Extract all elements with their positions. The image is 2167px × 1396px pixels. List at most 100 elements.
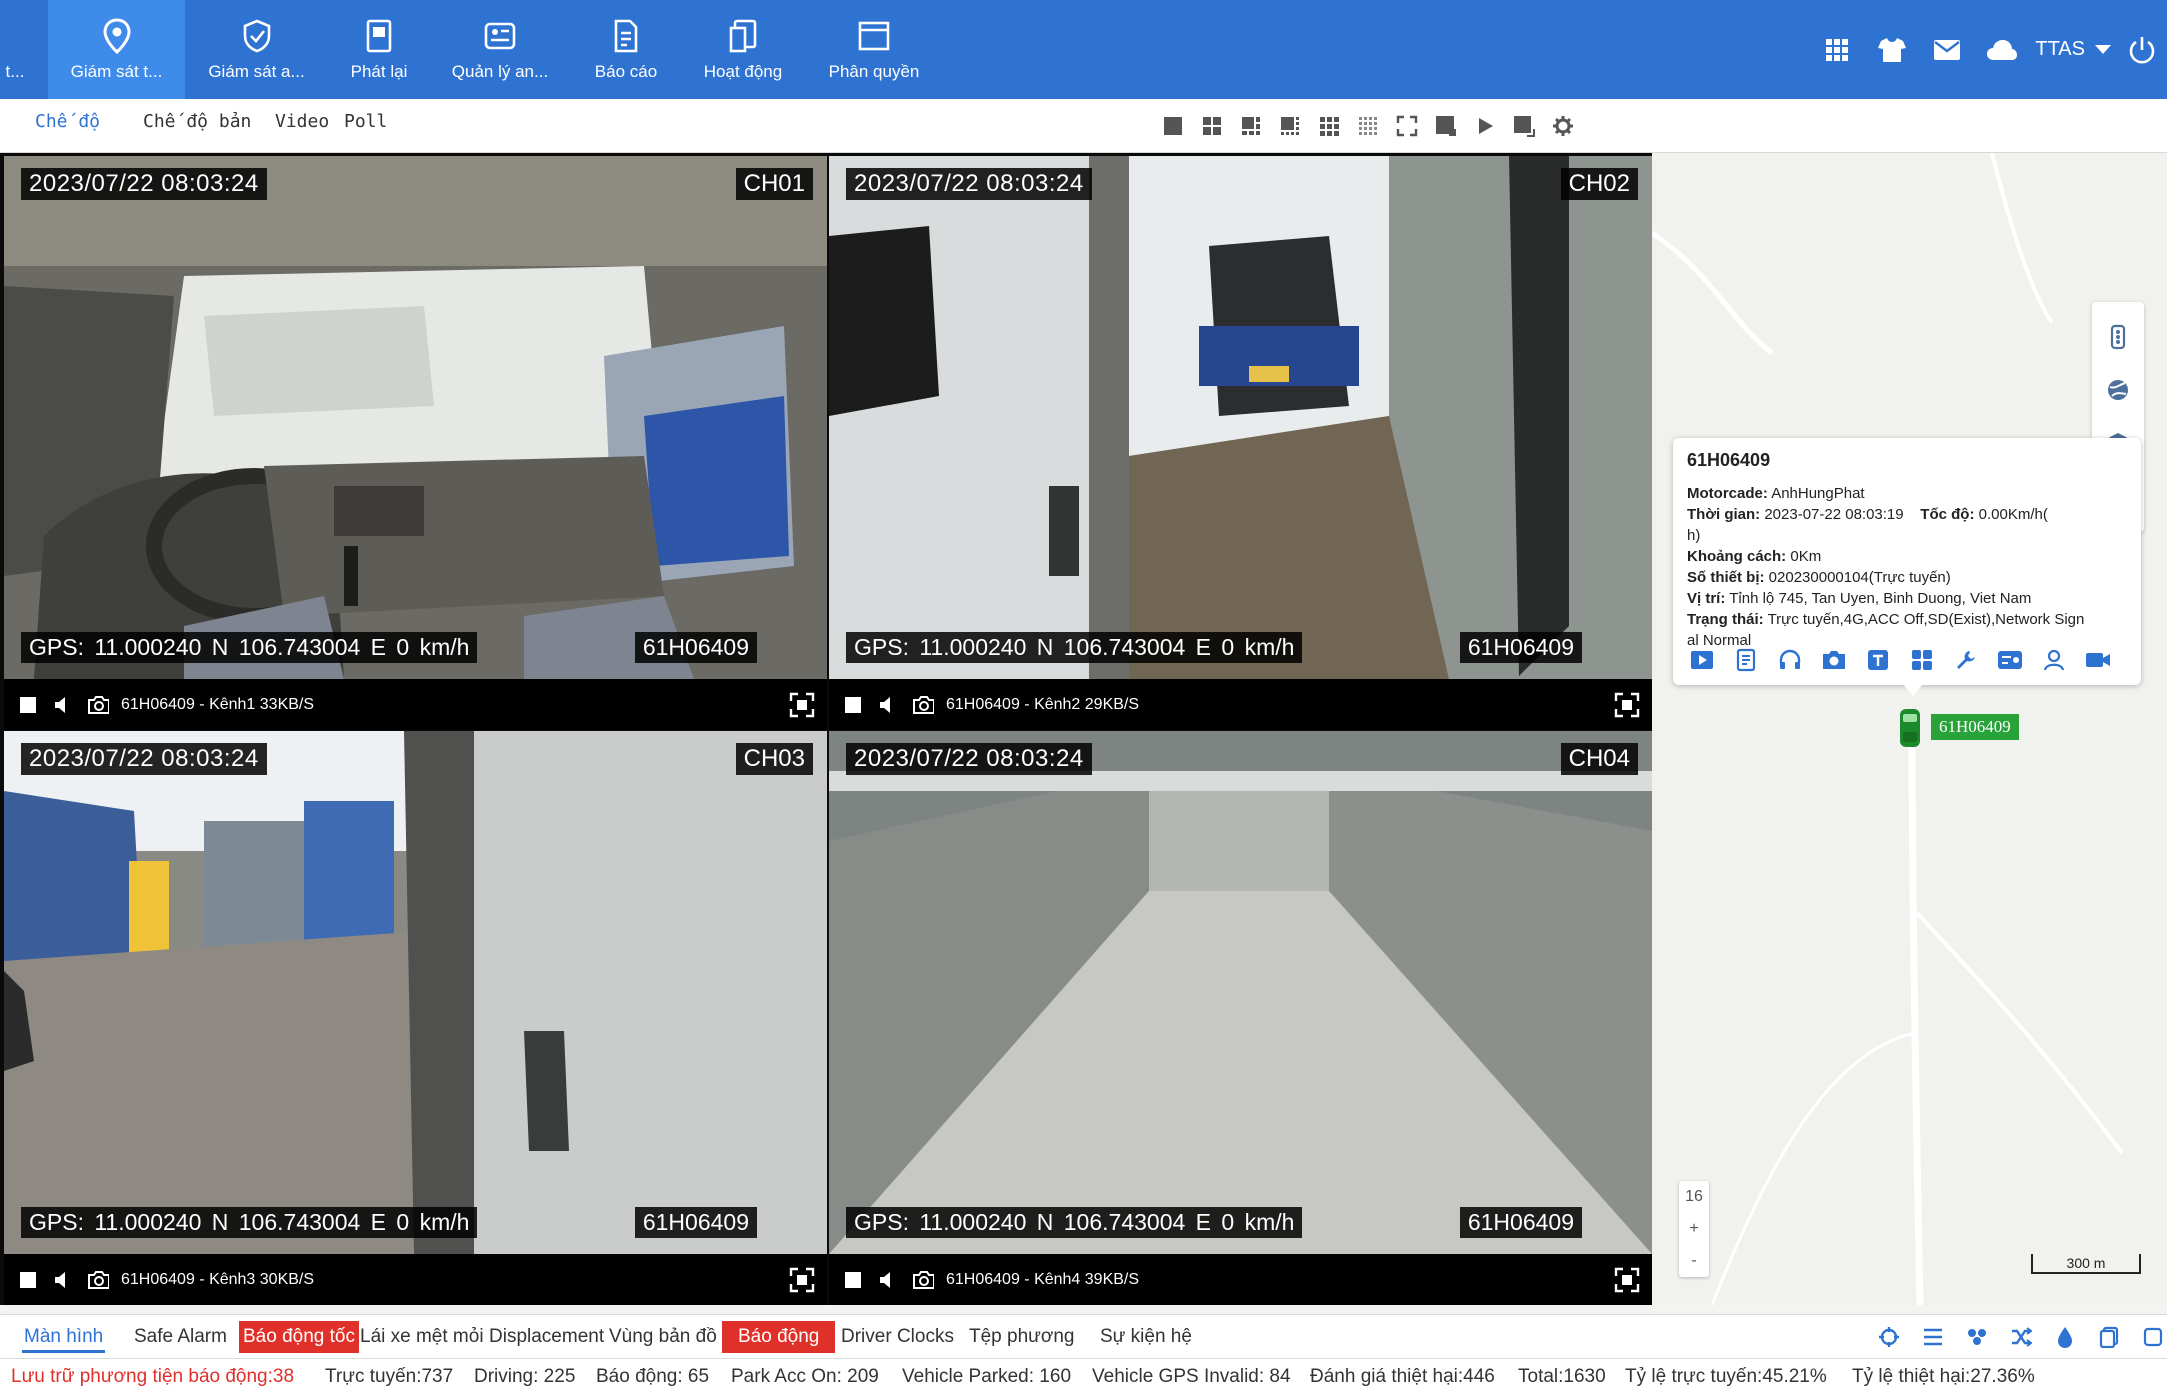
nav-item-label: Hoạt động <box>703 62 783 81</box>
layout-1-icon[interactable] <box>1160 113 1186 139</box>
nav-item-label: t... <box>5 62 25 81</box>
tab-speed-alarm[interactable]: Báo động tốc <box>239 1321 359 1353</box>
select-checkbox[interactable] <box>842 1269 864 1291</box>
nav-item-playback[interactable]: Phát lại <box>330 0 428 99</box>
video-cell-ch04[interactable]: 2023/07/22 08:03:24 CH04 GPS: 11.000240 … <box>829 731 1652 1305</box>
layout-9-icon[interactable] <box>1316 113 1342 139</box>
video-cell-ch02[interactable]: 2023/07/22 08:03:24 CH02 GPS: 11.000240 … <box>829 156 1652 730</box>
tab-driver-clocks[interactable]: Driver Clocks <box>839 1321 956 1353</box>
mode-tab-map[interactable]: Chế độ bản <box>143 111 251 132</box>
camera-snapshot-icon[interactable] <box>87 694 109 716</box>
popup-device-row: Số thiết bị: 020230000104(Trực tuyến) <box>1687 567 2127 588</box>
settings-panel-icon[interactable] <box>1995 645 2025 675</box>
video-cell-ch03[interactable]: 2023/07/22 08:03:24 CH03 GPS: 11.000240 … <box>4 731 827 1305</box>
mode-tab-mode[interactable]: Chế độ <box>35 111 100 132</box>
tab-safe-alarm[interactable]: Safe Alarm <box>132 1321 229 1353</box>
play-icon[interactable] <box>1472 113 1498 139</box>
tab-displacement[interactable]: Displacement <box>487 1321 606 1353</box>
nav-item-safety-management[interactable]: Quản lý an... <box>440 0 560 99</box>
cloud-icon[interactable] <box>1974 30 2029 70</box>
video-cell-ch01[interactable]: 2023/07/22 08:03:24 CH01 GPS: 11.000240 … <box>4 156 827 730</box>
expand-icon[interactable] <box>789 1267 815 1293</box>
group-icon[interactable] <box>1963 1323 1991 1351</box>
layout-4-icon[interactable] <box>1199 113 1225 139</box>
driver-icon[interactable] <box>2039 645 2069 675</box>
theme-shirt-icon[interactable] <box>1864 30 1919 70</box>
nav-item-truncated[interactable]: t... <box>0 0 30 99</box>
satellite-globe-icon[interactable] <box>2103 375 2133 405</box>
camera-snapshot-icon[interactable] <box>912 694 934 716</box>
mail-icon[interactable] <box>1919 30 1974 70</box>
camera-icon[interactable] <box>1819 645 1849 675</box>
layout-16-icon[interactable] <box>1355 113 1381 139</box>
stop-window-icon[interactable] <box>1511 113 1537 139</box>
video-camera-icon[interactable] <box>2083 645 2113 675</box>
channel-label: 61H06409 - Kênh1 33KB/S <box>121 695 315 713</box>
popup-value: Tỉnh lộ 745, Tan Uyen, Binh Duong, Viet … <box>1729 590 2032 607</box>
crosshair-icon[interactable] <box>1875 1323 1903 1351</box>
vehicle-map-label[interactable]: 61H06409 <box>1931 714 2019 740</box>
expand-icon[interactable] <box>789 692 815 718</box>
tts-message-icon[interactable] <box>1863 645 1893 675</box>
nav-item-vehicle-monitoring[interactable]: Giám sát t... <box>48 0 185 99</box>
select-checkbox[interactable] <box>17 694 39 716</box>
camera-snapshot-icon[interactable] <box>87 1269 109 1291</box>
osd-timestamp: 2023/07/22 08:03:24 <box>846 168 1092 200</box>
drop-icon[interactable] <box>2051 1323 2079 1351</box>
video-play-icon[interactable] <box>1687 645 1717 675</box>
traffic-light-icon[interactable] <box>2103 322 2133 352</box>
layout-8-icon[interactable] <box>1277 113 1303 139</box>
zoom-out-button[interactable]: - <box>1679 1245 1709 1277</box>
status-damage-eval: Đánh giá thiệt hại:446 <box>1310 1366 1495 1387</box>
speaker-icon[interactable] <box>52 694 74 716</box>
fullscreen-layout-icon[interactable] <box>1394 113 1420 139</box>
mode-tab-video[interactable]: Video <box>275 111 329 132</box>
apps-icon[interactable] <box>1907 645 1937 675</box>
shuffle-icon[interactable] <box>2007 1323 2035 1351</box>
nav-item-safety-monitoring[interactable]: Giám sát a... <box>194 0 319 99</box>
apps-grid-icon[interactable] <box>1809 30 1864 70</box>
camera-feed: 2023/07/22 08:03:24 CH04 GPS: 11.000240 … <box>829 731 1652 1254</box>
popup-status-row: Trạng thái: Trực tuyến,4G,ACC Off,SD(Exi… <box>1687 609 2127 630</box>
tab-alarm[interactable]: Báo động <box>722 1321 836 1353</box>
expand-icon[interactable] <box>1614 1267 1640 1293</box>
channel-label: 61H06409 - Kênh4 39KB/S <box>946 1270 1140 1288</box>
nav-item-label: Giám sát t... <box>70 62 163 81</box>
osd-plate: 61H06409 <box>634 632 757 663</box>
nav-item-report[interactable]: Báo cáo <box>572 0 680 99</box>
user-menu[interactable]: TTAS <box>2035 38 2111 61</box>
vehicle-marker-icon[interactable] <box>1897 706 1923 750</box>
tab-vehicle-files[interactable]: Tệp phương <box>967 1321 1076 1353</box>
select-checkbox[interactable] <box>17 1269 39 1291</box>
user-name: TTAS <box>2035 38 2085 60</box>
speaker-icon[interactable] <box>877 1269 899 1291</box>
list-icon[interactable] <box>1919 1323 1947 1351</box>
nav-item-activity[interactable]: Hoạt động <box>690 0 796 99</box>
zoom-in-button[interactable]: + <box>1679 1213 1709 1245</box>
status-damage-rate: Tỷ lệ thiệt hại:27.36% <box>1852 1366 2035 1387</box>
window-icon[interactable] <box>2139 1323 2167 1351</box>
layout-6-icon[interactable] <box>1238 113 1264 139</box>
speaker-icon[interactable] <box>877 694 899 716</box>
tab-monitor[interactable]: Màn hình <box>22 1321 106 1353</box>
power-icon[interactable] <box>2117 30 2167 70</box>
track-history-icon[interactable] <box>1731 645 1761 675</box>
camera-snapshot-icon[interactable] <box>912 1269 934 1291</box>
window-shrink-icon[interactable] <box>1433 113 1459 139</box>
tab-driver-fatigue[interactable]: Lái xe mệt mỏi <box>358 1321 486 1353</box>
nav-item-permission[interactable]: Phân quyền <box>812 0 936 99</box>
tab-system-events[interactable]: Sự kiện hệ <box>1098 1321 1194 1353</box>
status-alarm-storage[interactable]: Lưu trữ phương tiện báo động:38 <box>11 1366 294 1388</box>
shield-check-icon <box>237 16 277 56</box>
nav-item-label: Phát lại <box>350 62 408 81</box>
expand-icon[interactable] <box>1614 692 1640 718</box>
gear-icon[interactable] <box>1550 113 1576 139</box>
copy-icon[interactable] <box>2095 1323 2123 1351</box>
select-checkbox[interactable] <box>842 694 864 716</box>
tab-map-area[interactable]: Vùng bản đồ <box>607 1321 719 1353</box>
popup-distance-row: Khoảng cách: 0Km <box>1687 546 2127 567</box>
mode-tab-poll[interactable]: Poll <box>344 111 387 132</box>
wrench-icon[interactable] <box>1951 645 1981 675</box>
speaker-icon[interactable] <box>52 1269 74 1291</box>
headset-icon[interactable] <box>1775 645 1805 675</box>
